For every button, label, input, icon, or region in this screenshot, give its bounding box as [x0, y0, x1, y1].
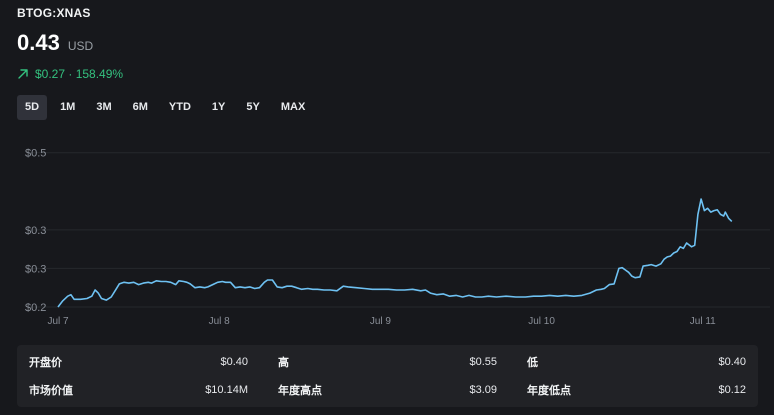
- range-button-6m[interactable]: 6M: [125, 95, 156, 120]
- stat-value: $0.40: [220, 356, 248, 368]
- current-price: 0.43: [17, 30, 60, 55]
- currency-label: USD: [67, 39, 94, 53]
- range-button-3m[interactable]: 3M: [88, 95, 119, 120]
- x-tick-label: Jul 8: [209, 316, 231, 327]
- stat-label: 年度高点: [278, 385, 322, 397]
- range-button-1y[interactable]: 1Y: [204, 95, 233, 120]
- stat-value: $10.14M: [205, 384, 248, 396]
- y-tick-label: $0.5: [25, 148, 46, 160]
- x-tick-label: Jul 7: [47, 316, 69, 327]
- y-tick-label: $0.3: [25, 225, 46, 237]
- price-row: 0.43 USD: [17, 30, 93, 56]
- range-button-ytd[interactable]: YTD: [161, 95, 199, 120]
- stat-low: 低 $0.40: [527, 348, 746, 376]
- range-button-max[interactable]: MAX: [273, 95, 313, 120]
- x-tick-label: Jul 10: [528, 316, 555, 327]
- price-chart[interactable]: $0.2 $0.3 $0.3 $0.5 Jul 7 Jul 8 Jul 9 Jul 10 Jul…: [0, 135, 774, 330]
- stat-value: $0.12: [718, 384, 746, 396]
- stat-market-cap: 市场价值 $10.14M: [29, 376, 248, 404]
- price-series-line: [57, 198, 733, 308]
- stat-value: $0.40: [718, 356, 746, 368]
- stat-value: $3.09: [469, 384, 497, 396]
- stat-high: 高 $0.55: [278, 348, 497, 376]
- stat-year-high: 年度高点 $3.09: [278, 376, 497, 404]
- stat-label: 年度低点: [527, 385, 571, 397]
- range-button-5d[interactable]: 5D: [17, 95, 48, 120]
- range-button-1m[interactable]: 1M: [52, 95, 83, 120]
- stats-panel: 开盘价 $0.40 高 $0.55 低 $0.40 市场价值 $10.14M 年…: [17, 345, 758, 407]
- stat-open: 开盘价 $0.40: [29, 348, 248, 376]
- ticker-symbol: BTOG:XNAS: [17, 6, 91, 20]
- price-change-text: $0.27 · 158.49%: [35, 67, 124, 81]
- time-range-selector: 5D 1M 3M 6M YTD 1Y 5Y MAX: [17, 95, 318, 120]
- stat-label: 高: [278, 357, 289, 369]
- x-tick-label: Jul 11: [690, 316, 716, 327]
- stat-value: $0.55: [469, 356, 497, 368]
- range-button-5y[interactable]: 5Y: [238, 95, 267, 120]
- stat-label: 低: [527, 357, 538, 369]
- y-tick-label: $0.2: [25, 302, 46, 314]
- x-tick-label: Jul 9: [370, 316, 392, 327]
- price-change: $0.27 · 158.49%: [17, 67, 123, 81]
- stat-year-low: 年度低点 $0.12: [527, 376, 746, 404]
- stat-label: 开盘价: [29, 357, 62, 369]
- stat-label: 市场价值: [29, 385, 73, 397]
- arrow-up-right-icon: [18, 69, 28, 79]
- y-tick-label: $0.3: [25, 263, 46, 275]
